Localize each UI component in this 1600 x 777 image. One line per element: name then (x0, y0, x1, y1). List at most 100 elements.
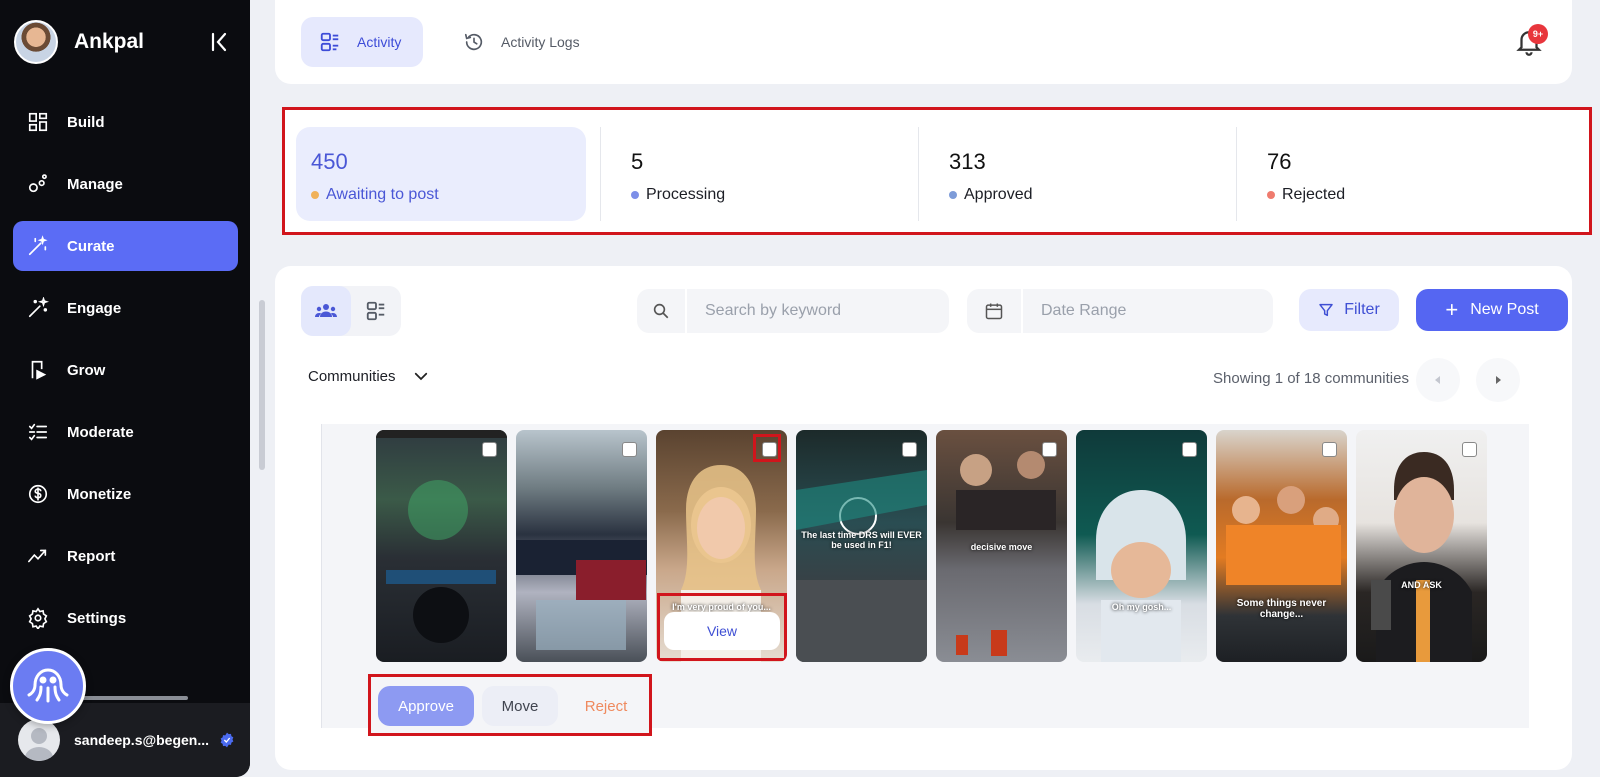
post-thumbnail[interactable]: Oh my gosh... (1076, 430, 1207, 662)
trend-icon (28, 549, 47, 563)
brand-avatar (14, 20, 58, 64)
stat-value: 450 (311, 149, 348, 174)
view-button[interactable]: View (664, 612, 780, 650)
status-dot (631, 191, 639, 199)
communities-label: Communities (308, 367, 396, 385)
dollar-icon (28, 484, 48, 504)
select-checkbox[interactable] (482, 442, 497, 457)
sidebar-item-label: Settings (67, 609, 127, 627)
showing-count: Showing 1 of 18 communities (1213, 370, 1409, 387)
sidebar-item-curate[interactable]: Curate (13, 221, 238, 271)
post-thumbnail[interactable]: The last time DRS will EVER be used in F… (796, 430, 927, 662)
communities-dropdown[interactable]: Communities (308, 367, 430, 385)
sidebar-item-label: Report (67, 547, 116, 565)
divider (600, 127, 601, 221)
notification-badge: 9+ (1528, 24, 1548, 44)
thumbnail-art (1226, 486, 1341, 585)
post-thumbnail[interactable]: decisive move (936, 430, 1067, 662)
chevron-left-icon (1435, 376, 1440, 384)
search-icon (653, 303, 669, 319)
select-checkbox[interactable] (1322, 442, 1337, 457)
sidebar-item-label: Grow (67, 361, 106, 379)
new-post-button[interactable]: + New Post (1416, 289, 1568, 331)
select-checkbox[interactable] (1182, 442, 1197, 457)
calendar-icon (985, 303, 1003, 320)
sidebar-item-engage[interactable]: Engage (13, 283, 238, 333)
collapse-sidebar-icon[interactable] (208, 30, 232, 54)
thumbnail-caption: AND ASK (1401, 580, 1442, 590)
reject-button[interactable]: Reject (566, 686, 646, 726)
stat-value: 76 (1267, 149, 1292, 174)
post-thumbnail[interactable]: I'm very proud of you... View (656, 430, 787, 662)
assistant-octopus-button[interactable] (10, 648, 86, 724)
octopus-icon (27, 668, 69, 703)
sidebar-item-grow[interactable]: Grow (13, 345, 238, 395)
sidebar-item-settings[interactable]: Settings (13, 593, 238, 643)
sidebar-scroll-indicator[interactable] (80, 696, 188, 700)
post-thumbnail[interactable] (376, 430, 507, 662)
stat-processing[interactable]: 5 Processing (616, 127, 906, 221)
sidebar-item-report[interactable]: Report (13, 531, 238, 581)
brand-name: Ankpal (74, 30, 145, 53)
activity-icon (320, 32, 339, 52)
thumbnail-art (1096, 490, 1186, 662)
checkbox-highlight (753, 434, 781, 462)
list-view-button[interactable] (351, 286, 401, 336)
stat-value: 5 (631, 149, 644, 174)
select-checkbox[interactable] (1462, 442, 1477, 457)
community-view-button[interactable] (301, 286, 351, 336)
thumbnail-art (376, 430, 507, 643)
thumbnail-art (1371, 452, 1472, 662)
grid-icon (28, 112, 48, 132)
stat-label-text: Rejected (1282, 186, 1346, 203)
tab-activity[interactable]: Activity (301, 17, 423, 67)
prev-page-button[interactable] (1416, 358, 1460, 402)
magic-wand-icon (28, 235, 48, 256)
checklist-icon (28, 423, 48, 441)
sidebar-item-manage[interactable]: Manage (13, 159, 238, 209)
post-thumbnail[interactable]: AND ASK (1356, 430, 1487, 662)
layout-icon (366, 301, 385, 321)
tab-activity-logs[interactable]: Activity Logs (463, 17, 613, 67)
sidebar-item-label: Moderate (67, 423, 134, 441)
sidebar-header: Ankpal (14, 18, 236, 66)
sidebar-item-moderate[interactable]: Moderate (13, 407, 238, 457)
stats-panel: 450 Awaiting to post 5 Processing 313 Ap… (282, 107, 1592, 235)
sidebar-item-label: Monetize (67, 485, 132, 503)
chevron-down-icon (414, 372, 427, 381)
gear-icon (28, 607, 48, 629)
page-scrollbar[interactable] (259, 300, 265, 470)
stat-label: Approved (949, 186, 1033, 204)
select-checkbox[interactable] (1042, 442, 1057, 457)
move-button[interactable]: Move (482, 686, 558, 726)
post-thumbnail[interactable] (516, 430, 647, 662)
select-checkbox[interactable] (902, 442, 917, 457)
chevron-right-icon (1496, 376, 1501, 384)
users-icon (315, 304, 337, 317)
filter-button[interactable]: Filter (1299, 289, 1399, 331)
approve-button[interactable]: Approve (378, 686, 474, 726)
date-range-input[interactable] (1041, 302, 1261, 320)
sidebar-item-monetize[interactable]: Monetize (13, 469, 238, 519)
stat-rejected[interactable]: 76 Rejected (1252, 127, 1542, 221)
thumbnail-art (516, 540, 647, 650)
play-doc-icon (31, 360, 47, 380)
stat-label-text: Approved (964, 186, 1033, 203)
date-range-box (967, 289, 1273, 333)
sidebar-item-label: Build (67, 113, 105, 131)
stat-awaiting[interactable]: 450 Awaiting to post (296, 127, 586, 221)
stat-label: Processing (631, 186, 725, 204)
stat-approved[interactable]: 313 Approved (934, 127, 1224, 221)
status-dot (311, 191, 319, 199)
sidebar-item-label: Engage (67, 299, 122, 317)
search-input[interactable] (705, 302, 925, 320)
status-dot (1267, 191, 1275, 199)
next-page-button[interactable] (1476, 358, 1520, 402)
stat-label: Awaiting to post (311, 186, 439, 204)
post-thumbnail[interactable]: Some things never change... (1216, 430, 1347, 662)
thumbnail-caption: The last time DRS will EVER be used in F… (801, 530, 922, 550)
sidebar-item-build[interactable]: Build (13, 97, 238, 147)
search-box (637, 289, 949, 333)
select-checkbox[interactable] (622, 442, 637, 457)
tab-label: Activity Logs (501, 34, 580, 50)
